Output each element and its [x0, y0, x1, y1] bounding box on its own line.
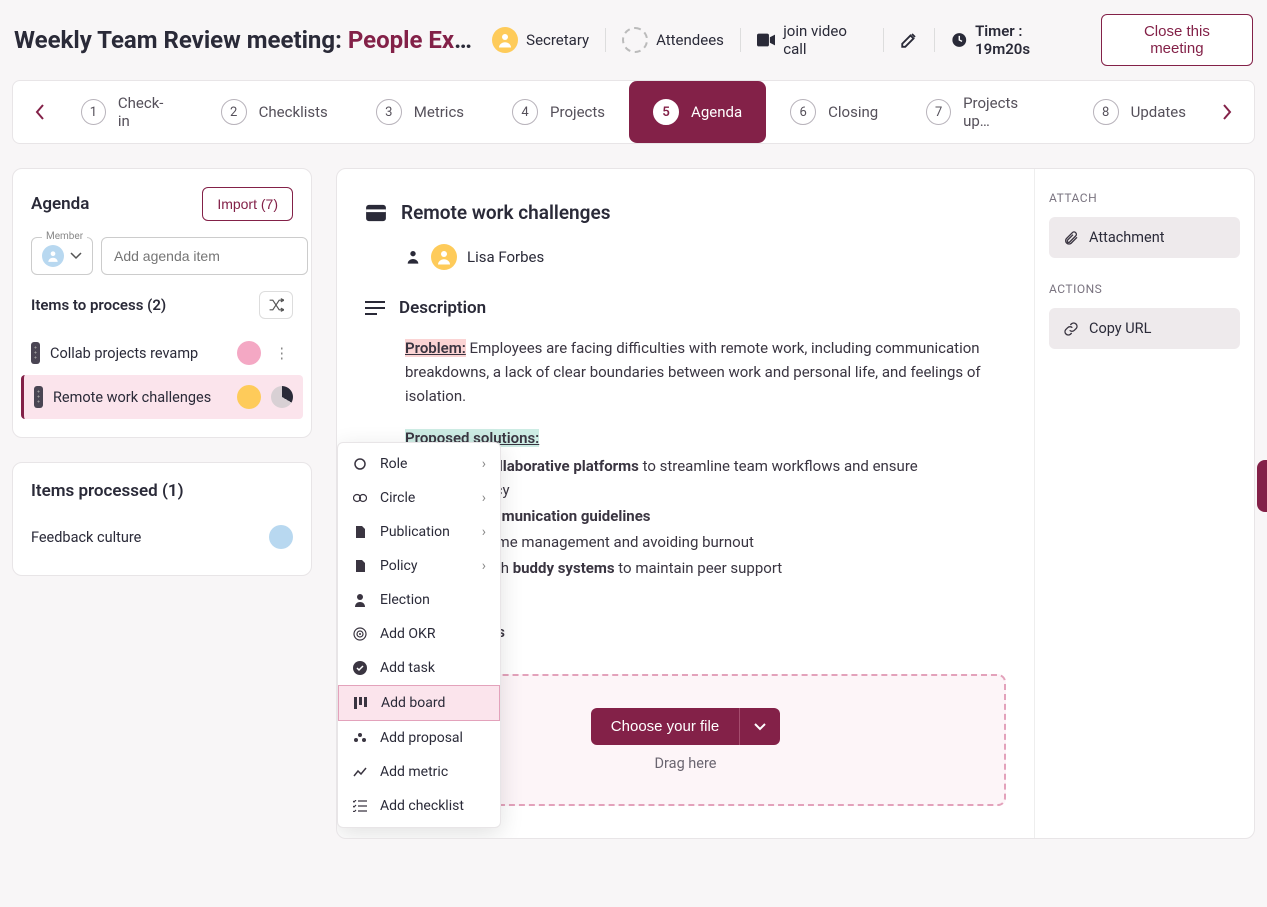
actions-label: ACTIONS [1049, 282, 1240, 296]
menu-item-okr[interactable]: Add OKR [338, 617, 500, 651]
menu-item-task[interactable]: Add task [338, 651, 500, 685]
people-icon [352, 732, 368, 744]
avatar-icon [237, 341, 261, 365]
list-icon [352, 800, 368, 812]
attendees-button[interactable]: Attendees [606, 27, 740, 53]
trend-icon [352, 767, 368, 777]
chevron-right-icon: › [482, 558, 486, 574]
menu-item-proposal[interactable]: Add proposal [338, 721, 500, 755]
main-panel: Remote work challenges Lisa Forbes Descr… [336, 168, 1255, 839]
clock-icon [951, 31, 968, 49]
drag-here-text: Drag here [655, 755, 717, 772]
tabs-container: 1Check-in 2Checklists 3Metrics 4Projects… [12, 80, 1255, 144]
sidebar: Agenda Import (7) Member Items to proces… [12, 168, 312, 839]
tab-checklists[interactable]: 2Checklists [197, 81, 352, 143]
tab-metrics[interactable]: 3Metrics [352, 81, 488, 143]
choose-file-dropdown[interactable] [739, 708, 780, 745]
target-icon [352, 627, 368, 641]
drag-handle-icon[interactable] [34, 386, 43, 408]
tab-agenda[interactable]: 5Agenda [629, 81, 766, 143]
chevron-down-icon [70, 252, 82, 260]
description-icon [365, 301, 385, 315]
menu-item-election[interactable]: Election [338, 583, 500, 617]
avatar-icon [42, 245, 64, 267]
file-icon [352, 559, 368, 573]
shuffle-button[interactable] [259, 291, 293, 319]
attachment-button[interactable]: Attachment [1049, 217, 1240, 258]
tab-updates[interactable]: 8Updates [1069, 81, 1210, 143]
menu-item-role[interactable]: Role › [338, 447, 500, 481]
content: Remote work challenges Lisa Forbes Descr… [337, 169, 1034, 838]
attach-label: ATTACH [1049, 191, 1240, 205]
secretary-button[interactable]: Secretary [476, 27, 605, 53]
page-title: Weekly Team Review meeting: People Exper… [14, 26, 476, 54]
processed-item[interactable]: Feedback culture [31, 517, 293, 557]
time-indicator-icon [271, 386, 293, 408]
content-title: Remote work challenges [401, 201, 610, 224]
avatar-icon [431, 244, 457, 270]
drag-handle-icon[interactable] [31, 342, 40, 364]
copy-url-button[interactable]: Copy URL [1049, 308, 1240, 349]
member-select[interactable]: Member [31, 237, 93, 275]
tabs-prev-button[interactable] [23, 92, 57, 132]
header: Weekly Team Review meeting: People Exper… [0, 0, 1267, 80]
tab-closing[interactable]: 6Closing [766, 81, 902, 143]
agenda-item[interactable]: Collab projects revamp ⋮ [21, 331, 303, 375]
more-icon[interactable]: ⋮ [271, 345, 294, 362]
board-icon [353, 697, 369, 709]
menu-item-publication[interactable]: Publication › [338, 515, 500, 549]
person-icon [352, 593, 368, 607]
tabs-next-button[interactable] [1210, 92, 1244, 132]
tabs: 1Check-in 2Checklists 3Metrics 4Projects… [57, 81, 1210, 143]
right-panel: ATTACH Attachment ACTIONS Copy URL [1034, 169, 1254, 838]
processed-panel: Items processed (1) Feedback culture [12, 462, 312, 576]
tab-projects-up[interactable]: 7Projects up… [902, 81, 1068, 143]
menu-item-circle[interactable]: Circle › [338, 481, 500, 515]
tab-projects[interactable]: 4Projects [488, 81, 629, 143]
menu-item-policy[interactable]: Policy › [338, 549, 500, 583]
items-to-process-heading: Items to process (2) [31, 291, 293, 319]
edit-icon [900, 31, 918, 49]
video-icon [757, 33, 775, 47]
circle-icon [352, 458, 368, 470]
timer: Timer : 19m20s [935, 22, 1089, 58]
choose-file-button[interactable]: Choose your file [591, 708, 739, 745]
avatar-icon [269, 525, 293, 549]
menu-item-checklist[interactable]: Add checklist [338, 789, 500, 823]
person-icon [405, 249, 421, 265]
owner-row: Lisa Forbes [405, 244, 1006, 270]
menu-item-board[interactable]: Add board [338, 685, 500, 721]
agenda-item-active[interactable]: Remote work challenges [21, 375, 303, 419]
owner-name: Lisa Forbes [467, 248, 544, 266]
file-icon [352, 525, 368, 539]
menu-item-metric[interactable]: Add metric [338, 755, 500, 789]
description-heading: Description [399, 298, 486, 318]
card-icon [365, 204, 387, 222]
avatar-icon [492, 27, 518, 53]
check-icon [352, 661, 368, 675]
add-agenda-input[interactable] [101, 237, 308, 275]
chevron-down-icon [754, 723, 766, 731]
chevron-right-icon: › [482, 524, 486, 540]
items-processed-heading: Items processed (1) [31, 481, 293, 501]
paperclip-icon [1063, 230, 1079, 246]
avatar-icon [237, 385, 261, 409]
circles-icon [352, 492, 368, 504]
video-call-button[interactable]: join video call [741, 22, 883, 58]
chevron-right-icon: › [482, 456, 486, 472]
chevron-right-icon: › [482, 490, 486, 506]
dashed-avatar-icon [622, 27, 648, 53]
agenda-panel: Agenda Import (7) Member Items to proces… [12, 168, 312, 438]
edit-button[interactable] [884, 31, 934, 49]
import-button[interactable]: Import (7) [202, 187, 293, 221]
link-icon [1063, 321, 1079, 337]
output-dropdown-menu: Role › Circle › Publication › [337, 442, 501, 828]
side-tab[interactable] [1257, 460, 1267, 512]
close-meeting-button[interactable]: Close this meeting [1101, 14, 1253, 66]
tab-checkin[interactable]: 1Check-in [57, 81, 197, 143]
agenda-title: Agenda [31, 194, 89, 214]
